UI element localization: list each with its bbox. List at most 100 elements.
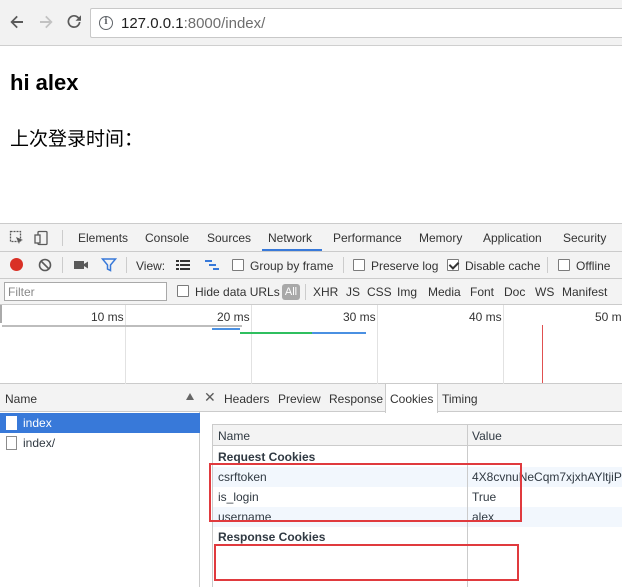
group-by-frame-label: Group by frame	[250, 259, 334, 273]
disable-cache-checkbox[interactable]	[447, 259, 459, 271]
name-column-header: Name	[5, 392, 38, 406]
offline-label: Offline	[576, 259, 611, 273]
overview-tick-label: 30 ms	[343, 310, 376, 324]
address-bar[interactable]: i 127.0.0.1:8000/index/	[90, 8, 622, 38]
filter-font[interactable]: Font	[470, 285, 494, 299]
camera-icon[interactable]	[73, 257, 89, 273]
sort-arrow-icon	[186, 393, 194, 400]
back-arrow-icon[interactable]	[8, 13, 26, 31]
tab-preview[interactable]: Preview	[278, 384, 321, 412]
request-name: index/	[23, 436, 56, 450]
clear-icon[interactable]	[37, 257, 53, 273]
divider	[305, 284, 306, 300]
tab-response[interactable]: Response	[329, 384, 383, 412]
request-cookies-label: Request Cookies	[218, 450, 316, 464]
cookies-table-header: Name Value	[213, 425, 622, 446]
preserve-log-label: Preserve log	[371, 259, 439, 273]
overview-tick-label: 20 ms	[217, 310, 250, 324]
filter-media[interactable]: Media	[428, 285, 461, 299]
filter-all-button[interactable]: All	[282, 284, 300, 300]
filter-img[interactable]: Img	[397, 285, 417, 299]
filter-xhr[interactable]: XHR	[313, 285, 338, 299]
filter-css[interactable]: CSS	[367, 285, 392, 299]
divider	[126, 257, 127, 273]
reload-icon[interactable]	[65, 13, 83, 31]
overview-bar	[2, 325, 242, 327]
hide-data-urls-checkbox[interactable]	[177, 285, 189, 297]
column-name-header[interactable]: Name	[218, 429, 250, 443]
timeline-overview[interactable]: 10 ms 20 ms 30 ms 40 ms 50 m	[0, 305, 622, 384]
tab-console[interactable]: Console	[145, 231, 189, 245]
divider	[62, 257, 63, 273]
response-cookies-label: Response Cookies	[218, 530, 326, 544]
filter-js[interactable]: JS	[346, 285, 360, 299]
info-icon[interactable]: i	[99, 16, 113, 30]
tab-sources[interactable]: Sources	[207, 231, 251, 245]
overview-bar	[240, 332, 312, 334]
tab-timing[interactable]: Timing	[442, 384, 478, 412]
view-label: View:	[136, 259, 166, 273]
request-row[interactable]: index	[0, 413, 200, 433]
waterfall-icon[interactable]	[204, 257, 220, 273]
inspect-element-icon[interactable]	[9, 230, 25, 246]
url-text: 127.0.0.1:8000/index/	[121, 15, 265, 32]
large-rows-icon[interactable]	[175, 257, 191, 273]
tab-security[interactable]: Security	[563, 231, 606, 245]
last-login-text: 上次登录时间：	[10, 129, 144, 150]
tab-memory[interactable]: Memory	[419, 231, 462, 245]
divider	[62, 230, 63, 246]
devtools-panel: Elements Console Sources Network Perform…	[0, 223, 622, 587]
group-by-frame-checkbox[interactable]	[232, 259, 244, 271]
overview-bar	[212, 328, 240, 330]
close-icon[interactable]: ✕	[204, 389, 216, 406]
forward-arrow-icon[interactable]	[37, 13, 55, 31]
load-event-marker	[542, 325, 543, 383]
filter-input[interactable]	[4, 282, 167, 301]
active-tab-indicator	[262, 249, 322, 251]
network-toolbar: View: Group by frame Preserve log Disabl…	[0, 252, 622, 279]
device-toolbar-icon[interactable]	[34, 230, 50, 246]
document-icon	[6, 416, 17, 430]
disable-cache-label: Disable cache	[465, 259, 541, 273]
response-cookies-highlight	[214, 544, 519, 581]
filter-ws[interactable]: WS	[535, 285, 554, 299]
overview-tick-label: 10 ms	[91, 310, 124, 324]
request-list-header[interactable]: Name	[0, 384, 200, 412]
tab-network[interactable]: Network	[268, 231, 312, 245]
divider	[547, 257, 548, 273]
document-icon	[6, 436, 17, 450]
tab-performance[interactable]: Performance	[333, 231, 402, 245]
overview-tick-label: 50 m	[595, 310, 622, 324]
tab-headers[interactable]: Headers	[224, 384, 269, 412]
url-path: :8000/index/	[183, 15, 266, 32]
request-cookies-highlight	[209, 463, 522, 522]
tab-elements[interactable]: Elements	[78, 231, 128, 245]
hide-data-urls-label: Hide data URLs	[195, 285, 280, 299]
url-host: 127.0.0.1	[121, 15, 184, 32]
overview-gridline	[503, 305, 504, 384]
divider	[343, 257, 344, 273]
page-heading: hi alex	[10, 70, 79, 95]
filter-bar: Hide data URLs All XHR JS CSS Img Media …	[0, 279, 622, 305]
tab-cookies[interactable]: Cookies	[385, 384, 439, 413]
overview-left-handle[interactable]	[0, 305, 2, 323]
tab-application[interactable]: Application	[483, 231, 542, 245]
overview-tick-label: 40 ms	[469, 310, 502, 324]
offline-checkbox[interactable]	[558, 259, 570, 271]
column-value-header[interactable]: Value	[472, 429, 502, 443]
record-icon[interactable]	[10, 258, 23, 271]
overview-gridline	[251, 305, 252, 384]
filter-doc[interactable]: Doc	[504, 285, 525, 299]
overview-gridline	[125, 305, 126, 384]
overview-bar	[312, 332, 366, 334]
devtools-tab-bar: Elements Console Sources Network Perform…	[0, 224, 622, 252]
browser-toolbar: i 127.0.0.1:8000/index/	[0, 0, 622, 46]
details-tab-bar: ✕ Headers Preview Response Cookies Timin…	[200, 384, 622, 413]
preserve-log-checkbox[interactable]	[353, 259, 365, 271]
request-name: index	[23, 416, 52, 430]
request-list: Name index index/	[0, 384, 200, 587]
overview-gridline	[377, 305, 378, 384]
request-row[interactable]: index/	[0, 433, 200, 453]
filter-funnel-icon[interactable]	[100, 257, 118, 273]
filter-manifest[interactable]: Manifest	[562, 285, 607, 299]
